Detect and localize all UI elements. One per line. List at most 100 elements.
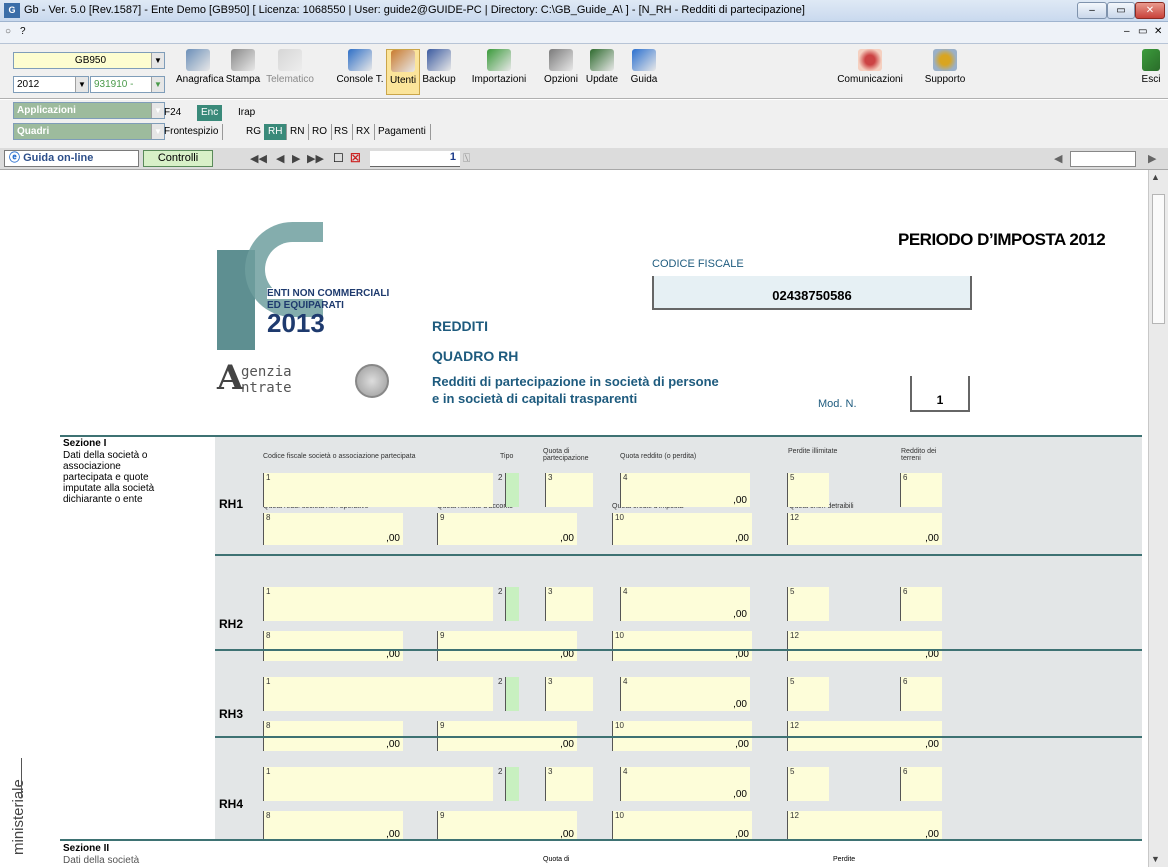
header-quota_reddito: Quota reddito (o perdita) (620, 453, 697, 460)
maximize-button[interactable]: ▭ (1107, 2, 1135, 19)
backup-button[interactable]: Backup (422, 49, 456, 95)
menu-help[interactable]: ? (20, 26, 26, 37)
anagrafica-button[interactable]: Anagrafica (176, 49, 224, 95)
code-select[interactable]: 931910 - ▼ (90, 76, 165, 93)
options-icon (549, 49, 573, 71)
field-6[interactable]: 6 (900, 677, 942, 711)
page-number-field[interactable]: 1 (370, 151, 460, 167)
module-tabs: F24 Enc Irap (160, 104, 360, 122)
module-tab[interactable]: Irap (234, 105, 259, 121)
mdi-close-icon[interactable]: ✕ (1154, 26, 1162, 37)
field-4[interactable]: 4,00 (620, 677, 750, 711)
field-6[interactable]: 6 (900, 767, 942, 801)
field-5[interactable]: 5 (787, 767, 829, 801)
field-10[interactable]: 10,00 (612, 811, 752, 841)
field-9[interactable]: 9,00 (437, 513, 577, 545)
year-select[interactable]: 2012 ▼ (13, 76, 89, 93)
field-3[interactable]: 3 (545, 473, 593, 507)
field-1[interactable]: 1 (263, 473, 493, 507)
module-tab[interactable]: Enc (197, 105, 223, 121)
row-label: RH1 (219, 497, 244, 511)
first-page-icon[interactable]: ◀◀ (250, 152, 267, 165)
utenti-button[interactable]: Utenti (386, 49, 420, 95)
minimize-button[interactable]: – (1077, 2, 1107, 19)
telematico-button[interactable]: Telematico (266, 49, 314, 95)
controlli-button[interactable]: Controlli (143, 150, 213, 167)
guida-online-button[interactable]: ⓔ Guida on-line (4, 150, 139, 167)
quadro-tab[interactable]: Frontespizio (160, 124, 224, 140)
mdi-minimize-icon[interactable]: – (1124, 26, 1130, 37)
applicazioni-select[interactable]: Applicazioni ▼ (13, 102, 165, 119)
importazioni-button[interactable]: Importazioni (458, 49, 540, 95)
tipo-field[interactable]: 2 (498, 587, 519, 621)
field-9[interactable]: 9,00 (437, 811, 577, 841)
close-button[interactable]: ✕ (1135, 2, 1165, 19)
field-10[interactable]: 10,00 (612, 513, 752, 545)
anagrafica-icon (186, 49, 210, 71)
update-button[interactable]: Update (582, 49, 622, 95)
quadro-tab[interactable]: RO (308, 124, 332, 140)
field-8[interactable]: 8,00 (263, 631, 403, 661)
codice-fiscale-field[interactable]: 02438750586 (652, 276, 972, 310)
field-4[interactable]: 4,00 (620, 473, 750, 507)
scroll-right-icon[interactable]: ▶ (1148, 152, 1156, 165)
field-number: 8 (266, 811, 271, 820)
field-3[interactable]: 3 (545, 767, 593, 801)
field-6[interactable]: 6 (900, 587, 942, 621)
field-9[interactable]: 9,00 (437, 631, 577, 661)
module-tab[interactable]: F24 (160, 105, 185, 121)
field-6[interactable]: 6 (900, 473, 942, 507)
tipo-field[interactable]: 2 (498, 473, 519, 507)
comunicazioni-button[interactable]: Comunicazioni (830, 49, 910, 95)
field-3[interactable]: 3 (545, 587, 593, 621)
opzioni-button[interactable]: Opzioni (542, 49, 580, 95)
field-5[interactable]: 5 (787, 473, 829, 507)
quadro-tab[interactable]: RX (352, 124, 375, 140)
field-4[interactable]: 4,00 (620, 767, 750, 801)
field-1[interactable]: 1 (263, 767, 493, 801)
quadro-tab[interactable]: RG (242, 124, 266, 140)
new-page-icon[interactable]: ☐ (333, 151, 344, 165)
stampa-button[interactable]: Stampa (222, 49, 264, 95)
quadro-tab[interactable]: RN (286, 124, 310, 140)
scroll-thumb[interactable] (1152, 194, 1165, 324)
field-12[interactable]: 12,00 (787, 513, 942, 545)
mod-n-field[interactable]: 1 (910, 376, 970, 412)
tipo-field[interactable]: 2 (498, 677, 519, 711)
prev-page-icon[interactable]: ◀ (276, 152, 284, 165)
quadro-tab[interactable]: RS (330, 124, 353, 140)
last-page-icon[interactable]: ▶▶ (307, 152, 324, 165)
field-1[interactable]: 1 (263, 677, 493, 711)
supporto-button[interactable]: Supporto (912, 49, 978, 95)
field-5[interactable]: 5 (787, 587, 829, 621)
menu-dot-icon[interactable]: ○ (5, 26, 11, 37)
goto-page-icon[interactable]: ⍂ (463, 151, 470, 166)
module-area: Applicazioni ▼ Quadri ▼ F24 Enc Irap Frontes… (0, 100, 1168, 148)
field-3[interactable]: 3 (545, 677, 593, 711)
scroll-up-icon[interactable]: ▲ (1151, 172, 1160, 182)
tipo-field[interactable]: 2 (498, 767, 519, 801)
next-page-icon[interactable]: ▶ (292, 152, 300, 165)
exit-button[interactable]: Esci (1138, 49, 1164, 95)
ente-select[interactable]: GB950 ▼ (13, 52, 165, 69)
field-5[interactable]: 5 (787, 677, 829, 711)
comunicazioni-icon (858, 49, 882, 71)
field-10[interactable]: 10,00 (612, 631, 752, 661)
scroll-left-icon[interactable]: ◀ (1054, 152, 1062, 165)
delete-page-icon[interactable]: ☒ (350, 151, 361, 165)
mdi-restore-icon[interactable]: ▭ (1138, 26, 1147, 37)
field-1[interactable]: 1 (263, 587, 493, 621)
field-8[interactable]: 8,00 (263, 811, 403, 841)
field-12[interactable]: 12,00 (787, 811, 942, 841)
field-4[interactable]: 4,00 (620, 587, 750, 621)
field-12[interactable]: 12,00 (787, 631, 942, 661)
vertical-scrollbar[interactable]: ▲ ▼ (1148, 170, 1168, 867)
console-t-button[interactable]: Console T. (333, 49, 387, 95)
quadro-tab[interactable]: Pagamenti (374, 124, 431, 140)
scroll-down-icon[interactable]: ▼ (1151, 854, 1160, 864)
page-search-field[interactable] (1070, 151, 1136, 167)
field-8[interactable]: 8,00 (263, 513, 403, 545)
quadri-select[interactable]: Quadri ▼ (13, 123, 165, 140)
guida-button[interactable]: Guida (624, 49, 664, 95)
quadro-tab[interactable]: RH (264, 124, 288, 140)
